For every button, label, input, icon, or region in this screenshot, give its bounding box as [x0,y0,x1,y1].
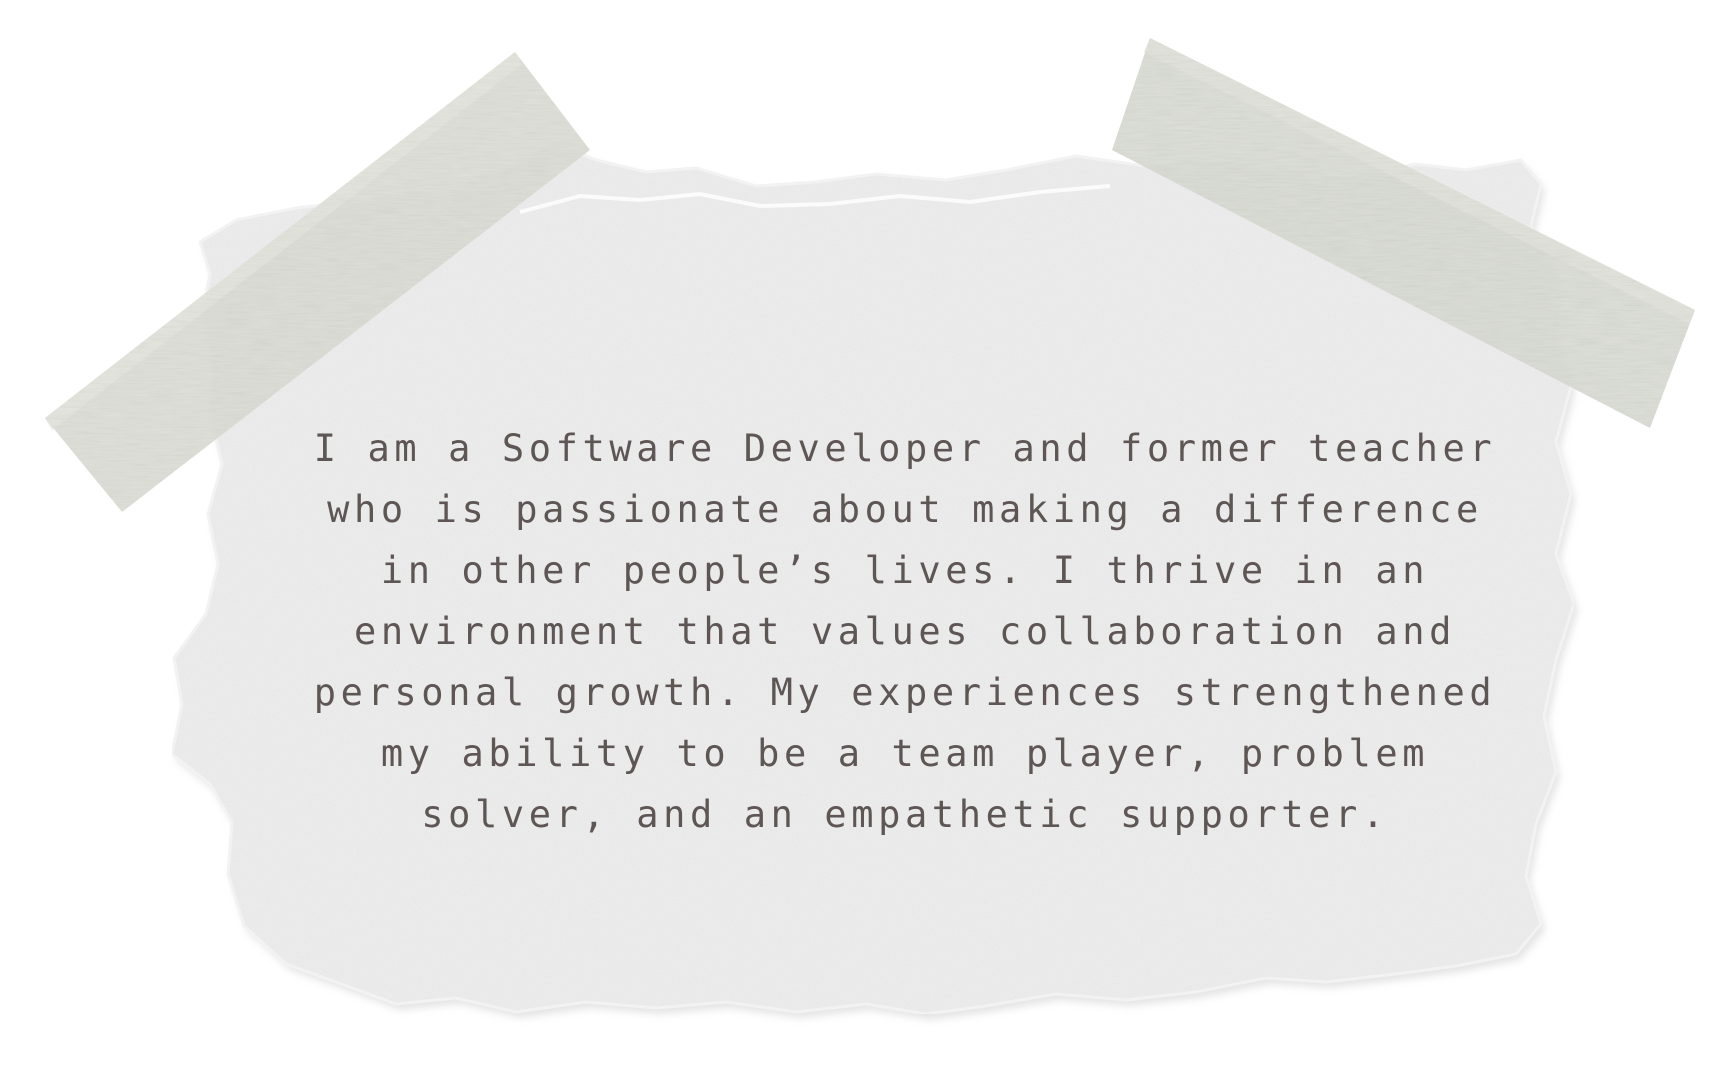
bio-line: I am a Software Developer and former tea… [313,427,1497,470]
bio-line: solver, and an empathetic supporter. [421,793,1389,836]
bio-paragraph: I am a Software Developer and former tea… [280,418,1530,845]
bio-line: personal growth. My experiences strength… [313,671,1497,714]
bio-line: my ability to be a team player, problem [380,732,1430,775]
bio-line: who is passionate about making a differe… [327,488,1483,531]
bio-line: environment that values collaboration an… [354,610,1456,653]
bio-line: in other people’s lives. I thrive in an [380,549,1430,592]
torn-paper-note: I am a Software Developer and former tea… [0,0,1720,1080]
